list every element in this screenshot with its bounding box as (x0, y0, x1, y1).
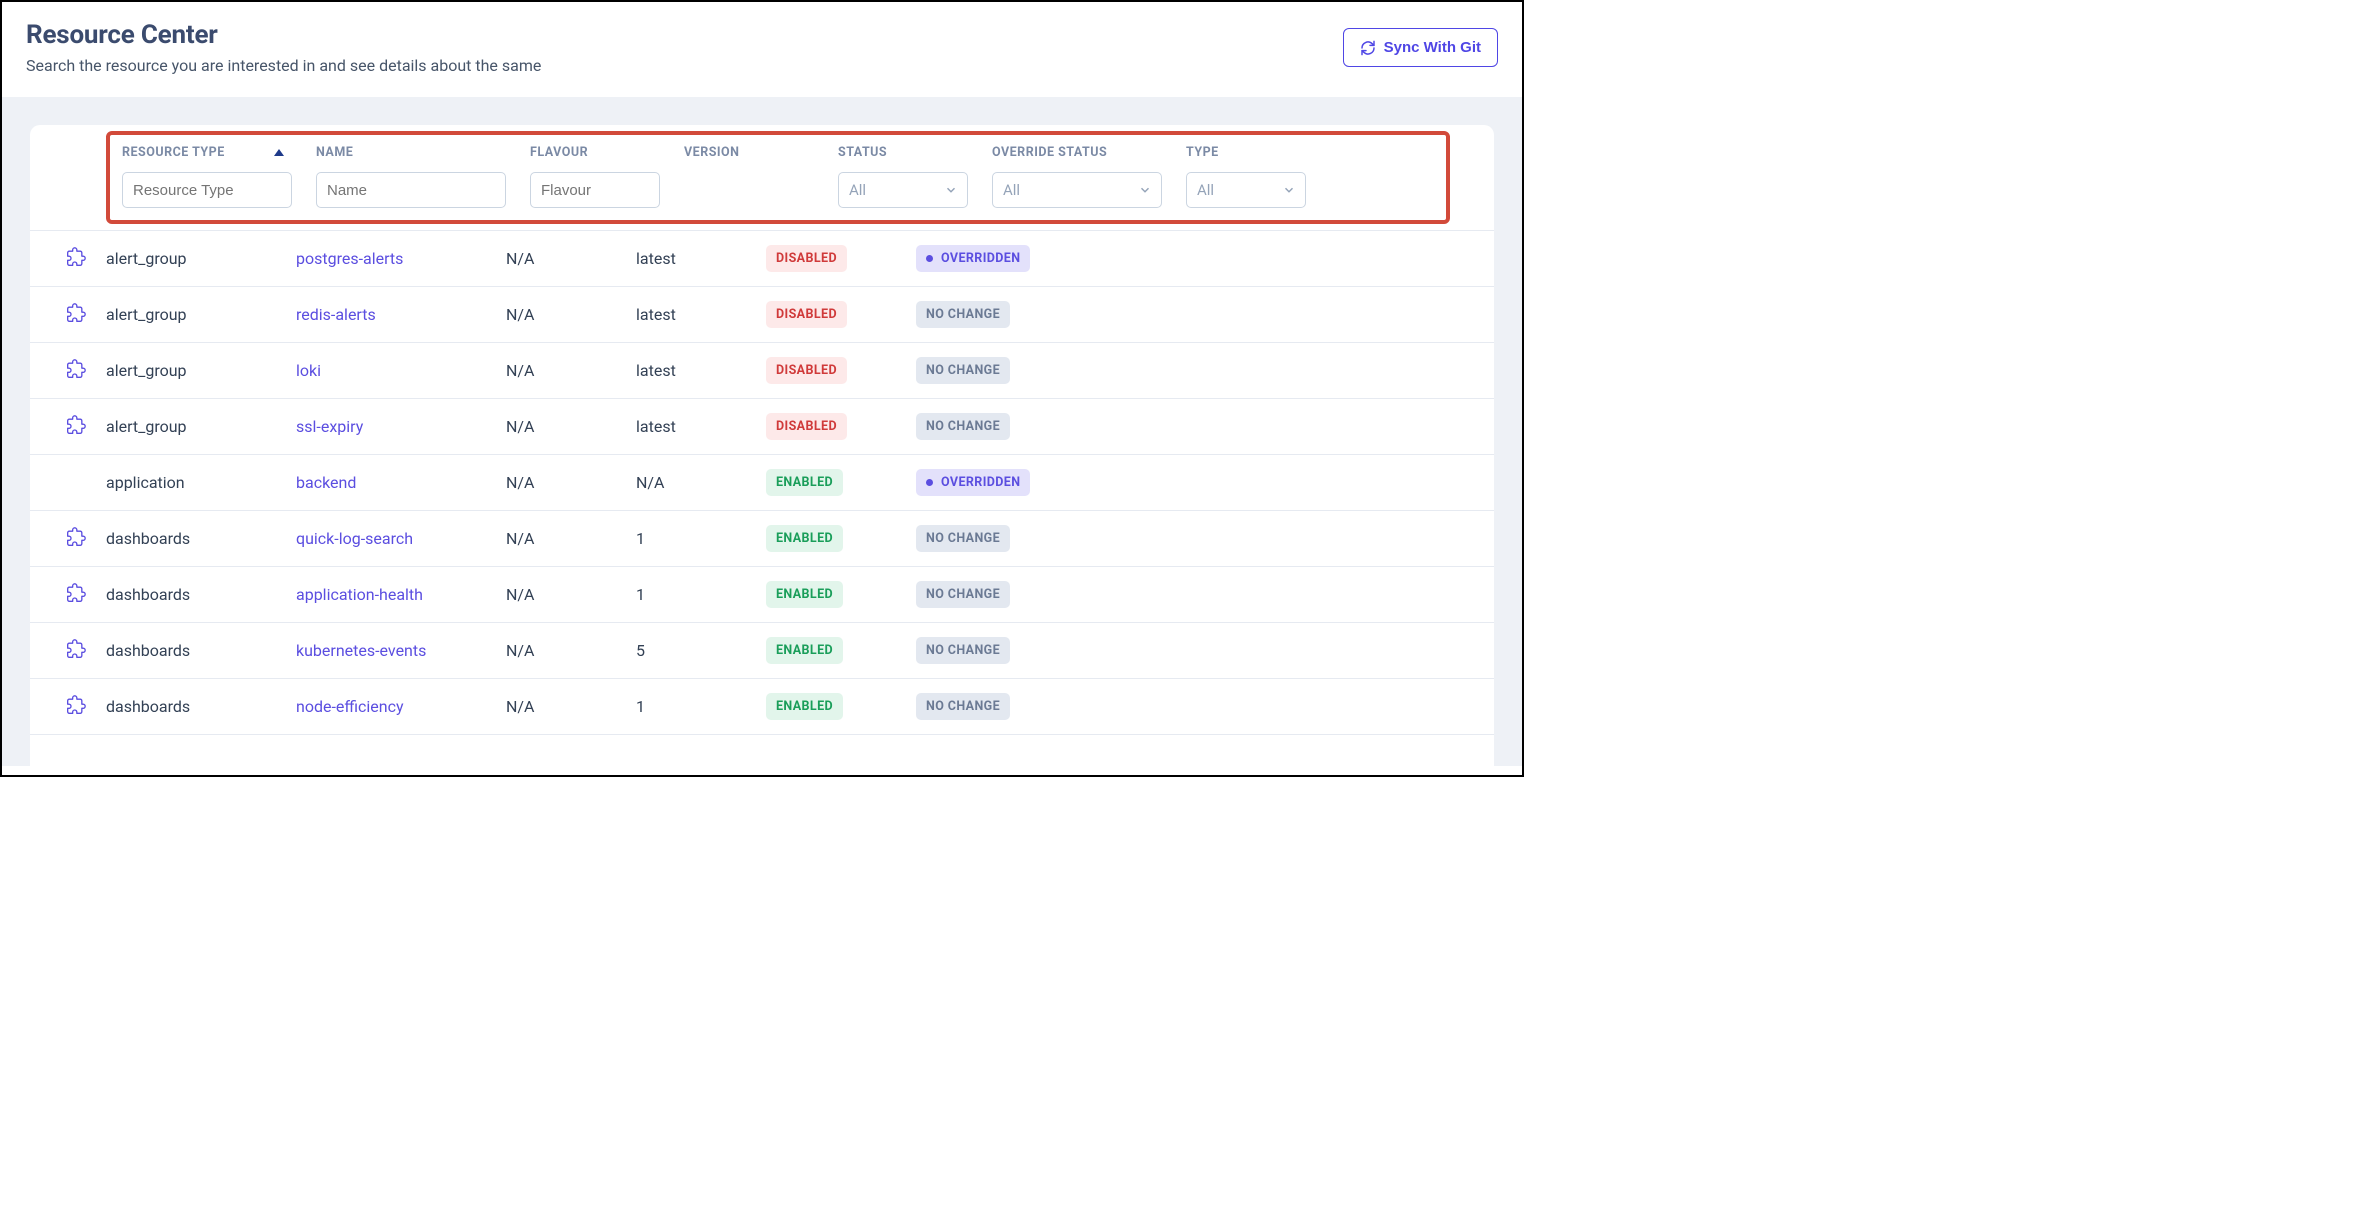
resource-name-link[interactable]: ssl-expiry (296, 417, 363, 436)
table-row: alert_groupredis-alerts N/AlatestDISABLED… (30, 287, 1494, 343)
override-status-badge: NO CHANGE (916, 637, 1010, 664)
table-row: dashboardsnode-efficiency N/A1ENABLED NO C… (30, 679, 1494, 735)
cell-version: 1 (636, 585, 766, 604)
override-status-badge: NO CHANGE (916, 693, 1010, 720)
status-badge: ENABLED (766, 525, 843, 552)
table-row: alert_groupssl-expiry N/AlatestDISABLED NO… (30, 399, 1494, 455)
resource-name-link[interactable]: loki (296, 361, 321, 380)
table-row: dashboardskubernetes-events N/A5ENABLED NO… (30, 623, 1494, 679)
resource-name-link[interactable]: quick-log-search (296, 529, 413, 548)
cell-flavour: N/A (506, 417, 636, 436)
dot-icon (926, 479, 933, 486)
cell-resource-type: dashboards (106, 697, 296, 716)
override-status-badge: OVERRIDDEN (916, 245, 1030, 272)
status-badge: ENABLED (766, 693, 843, 720)
filter-status-select[interactable]: All (838, 172, 968, 208)
status-badge: DISABLED (766, 245, 847, 272)
cell-version: N/A (636, 473, 766, 492)
table-row: dashboardsquick-log-search N/A1ENABLED NO … (30, 511, 1494, 567)
cell-flavour: N/A (506, 361, 636, 380)
cell-flavour: N/A (506, 697, 636, 716)
sync-button-label: Sync With Git (1384, 39, 1481, 56)
status-badge: ENABLED (766, 637, 843, 664)
sync-icon (1360, 40, 1376, 56)
extension-icon (66, 303, 86, 323)
table-row: dashboardsapplication-health N/A1ENABLED N… (30, 567, 1494, 623)
override-status-badge: OVERRIDDEN (916, 469, 1030, 496)
filter-resource-type-input[interactable] (122, 172, 292, 208)
cell-resource-type: alert_group (106, 361, 296, 380)
cell-resource-type: application (106, 473, 296, 492)
column-header-flavour[interactable]: FLAVOUR (530, 145, 660, 160)
status-badge: DISABLED (766, 301, 847, 328)
filter-type-select[interactable]: All (1186, 172, 1306, 208)
column-header-name[interactable]: NAME (316, 145, 506, 160)
extension-icon (66, 247, 86, 267)
cell-version: latest (636, 417, 766, 436)
table-row: alert_grouppostgres-alerts N/AlatestDISAB… (30, 230, 1494, 287)
status-badge: DISABLED (766, 357, 847, 384)
extension-icon (66, 695, 86, 715)
page-subtitle: Search the resource you are interested i… (26, 56, 541, 75)
cell-flavour: N/A (506, 473, 636, 492)
override-status-badge: NO CHANGE (916, 357, 1010, 384)
cell-flavour: N/A (506, 305, 636, 324)
column-header-override-status[interactable]: OVERRIDE STATUS (992, 145, 1162, 160)
extension-icon (66, 639, 86, 659)
column-header-type[interactable]: TYPE (1186, 145, 1306, 160)
filters-highlight: RESOURCE TYPE NAME FLAVOUR VERSION STATU… (106, 131, 1450, 224)
resource-name-link[interactable]: backend (296, 473, 356, 492)
resource-name-link[interactable]: postgres-alerts (296, 249, 403, 268)
extension-icon (66, 359, 86, 379)
cell-version: latest (636, 305, 766, 324)
column-header-version[interactable]: VERSION (684, 145, 814, 160)
extension-icon (66, 415, 86, 435)
resource-name-link[interactable]: application-health (296, 585, 423, 604)
page-header: Resource Center Search the resource you … (2, 2, 1522, 97)
column-header-resource-type[interactable]: RESOURCE TYPE (122, 145, 292, 160)
status-badge: DISABLED (766, 413, 847, 440)
status-badge: ENABLED (766, 581, 843, 608)
cell-flavour: N/A (506, 529, 636, 548)
resource-name-link[interactable]: node-efficiency (296, 697, 404, 716)
column-header-status[interactable]: STATUS (838, 145, 968, 160)
filter-name-input[interactable] (316, 172, 506, 208)
table-row: alert_grouploki N/AlatestDISABLED NO CHANG… (30, 343, 1494, 399)
dot-icon (926, 255, 933, 262)
cell-version: latest (636, 361, 766, 380)
override-status-badge: NO CHANGE (916, 413, 1010, 440)
extension-icon (66, 527, 86, 547)
cell-resource-type: alert_group (106, 305, 296, 324)
cell-resource-type: dashboards (106, 641, 296, 660)
cell-flavour: N/A (506, 641, 636, 660)
cell-version: latest (636, 249, 766, 268)
override-status-badge: NO CHANGE (916, 301, 1010, 328)
resource-table-card: RESOURCE TYPE NAME FLAVOUR VERSION STATU… (30, 125, 1494, 766)
cell-version: 1 (636, 697, 766, 716)
status-badge: ENABLED (766, 469, 843, 496)
cell-resource-type: dashboards (106, 585, 296, 604)
cell-resource-type: alert_group (106, 249, 296, 268)
page-title: Resource Center (26, 20, 541, 50)
cell-flavour: N/A (506, 585, 636, 604)
cell-resource-type: dashboards (106, 529, 296, 548)
table-row: applicationbackendN/AN/AENABLEDOVERRIDDE… (30, 455, 1494, 511)
sync-with-git-button[interactable]: Sync With Git (1343, 28, 1498, 67)
extension-icon (66, 583, 86, 603)
override-status-badge: NO CHANGE (916, 581, 1010, 608)
sort-ascending-icon (274, 149, 284, 156)
resource-name-link[interactable]: kubernetes-events (296, 641, 426, 660)
cell-version: 5 (636, 641, 766, 660)
cell-flavour: N/A (506, 249, 636, 268)
filter-flavour-input[interactable] (530, 172, 660, 208)
cell-version: 1 (636, 529, 766, 548)
filter-override-status-select[interactable]: All (992, 172, 1162, 208)
resource-name-link[interactable]: redis-alerts (296, 305, 376, 324)
override-status-badge: NO CHANGE (916, 525, 1010, 552)
cell-resource-type: alert_group (106, 417, 296, 436)
